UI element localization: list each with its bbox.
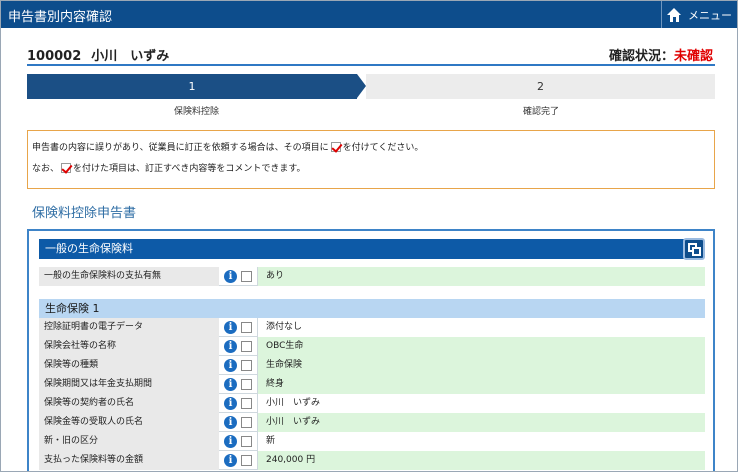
field-value: 240,000 円	[257, 451, 705, 470]
window-title: 申告書別内容確認	[8, 10, 113, 25]
step-2-label: 確認完了	[523, 107, 560, 117]
notice-line-1-text: 申告書の内容に誤りがあり、従業員に訂正を依頼する場合は、その項目に	[32, 143, 329, 153]
step-1-label: 保険料控除	[174, 107, 220, 117]
field-value: 生命保険	[257, 356, 705, 375]
field-label: 保険会社等の名称	[39, 337, 219, 356]
field-value: あり	[257, 267, 705, 286]
confirm-status-value: 未確認	[673, 49, 713, 64]
table-row: 保険期間又は年金支払期間 i 終身	[39, 375, 705, 394]
step-2[interactable]: 2	[366, 74, 715, 99]
field-label: 支払った保険料等の金額	[39, 451, 219, 470]
checkbox[interactable]	[241, 271, 252, 282]
employee-id: 100002	[27, 49, 82, 64]
checkbox[interactable]	[241, 398, 252, 409]
table-row: 保険金等の受取人の氏名 i 小川 いずみ	[39, 413, 705, 432]
info-icon[interactable]: i	[224, 416, 237, 429]
confirm-status: 確認状況：未確認	[609, 45, 713, 64]
table-row: 保険等の契約者の氏名 i 小川 いずみ	[39, 394, 705, 413]
info-icon[interactable]: i	[224, 378, 237, 391]
notice-line-1-tail: を付けてください。	[342, 143, 424, 153]
notice-line-2: なお、 を付けた項目は、訂正すべき内容等をコメントできます。	[32, 163, 710, 176]
notice-line-2-tail: を付けた項目は、訂正すべき内容等をコメントできます。	[73, 164, 306, 174]
field-value: OBC生命	[257, 337, 705, 356]
checkbox[interactable]	[241, 341, 252, 352]
field-label: 新・旧の区分	[39, 432, 219, 451]
field-value: 小川 いずみ	[257, 413, 705, 432]
table-row: 支払った保険料等の金額 i 240,000 円	[39, 451, 705, 470]
info-icon[interactable]: i	[224, 435, 237, 448]
step-1-arrow	[357, 74, 366, 98]
employee-header: 100002 小川 いずみ	[27, 45, 169, 64]
field-value: 新	[257, 432, 705, 451]
field-value: 添付なし	[257, 318, 705, 337]
menu-button[interactable]: メニュー	[661, 1, 737, 28]
checkbox[interactable]	[241, 360, 252, 371]
field-label: 保険金等の受取人の氏名	[39, 413, 219, 432]
collapse-icon[interactable]	[683, 238, 705, 260]
table-row: 保険等の種類 i 生命保険	[39, 356, 705, 375]
red-check-icon	[330, 142, 341, 152]
confirm-status-label: 確認状況：	[608, 49, 674, 64]
table-row: 新・旧の区分 i 新	[39, 432, 705, 451]
field-value: 小川 いずみ	[257, 394, 705, 413]
info-icon[interactable]: i	[224, 397, 237, 410]
header-divider	[27, 64, 715, 66]
field-value: 終身	[257, 375, 705, 394]
table-row: 控除証明書の電子データ i 添付なし	[39, 318, 705, 337]
field-label: 控除証明書の電子データ	[39, 318, 219, 337]
subgroup-header: 生命保険 1	[39, 299, 705, 318]
title-bar: 申告書別内容確認 メニュー	[1, 1, 737, 28]
group-header: 一般の生命保険料	[39, 239, 689, 259]
info-icon[interactable]: i	[224, 340, 237, 353]
field-label: 保険期間又は年金支払期間	[39, 375, 219, 394]
info-icon[interactable]: i	[224, 270, 237, 283]
info-icon[interactable]: i	[224, 321, 237, 334]
field-label: 保険等の種類	[39, 356, 219, 375]
table-row: 保険会社等の名称 i OBC生命	[39, 337, 705, 356]
checkbox[interactable]	[241, 322, 252, 333]
field-label: 一般の生命保険料の支払有無	[39, 267, 219, 286]
employee-name: 小川 いずみ	[91, 49, 170, 64]
payment-row: 一般の生命保険料の支払有無 i あり	[39, 267, 705, 286]
section-title: 保険料控除申告書	[32, 206, 137, 221]
home-icon	[667, 7, 682, 22]
instruction-notice: 申告書の内容に誤りがあり、従業員に訂正を依頼する場合は、その項目に を付けてくださ…	[27, 130, 715, 189]
notice-line-1: 申告書の内容に誤りがあり、従業員に訂正を依頼する場合は、その項目に を付けてくださ…	[32, 142, 710, 155]
menu-label: メニュー	[688, 8, 732, 22]
step-indicator: 1 2	[27, 74, 715, 99]
info-icon[interactable]: i	[224, 454, 237, 467]
insurance-panel: 一般の生命保険料 一般の生命保険料の支払有無 i あり 生命保険 1 控除証明書…	[27, 229, 715, 471]
field-label: 保険等の契約者の氏名	[39, 394, 219, 413]
red-check-icon	[61, 163, 72, 173]
checkbox[interactable]	[241, 379, 252, 390]
step-1[interactable]: 1	[27, 74, 357, 99]
window-frame: 申告書別内容確認 メニュー 100002 小川 いずみ 確認状況：未確認 1 2 …	[0, 0, 738, 472]
notice-line-2-text: なお、	[32, 164, 60, 174]
checkbox[interactable]	[241, 455, 252, 466]
checkbox[interactable]	[241, 436, 252, 447]
checkbox[interactable]	[241, 417, 252, 428]
info-icon[interactable]: i	[224, 359, 237, 372]
